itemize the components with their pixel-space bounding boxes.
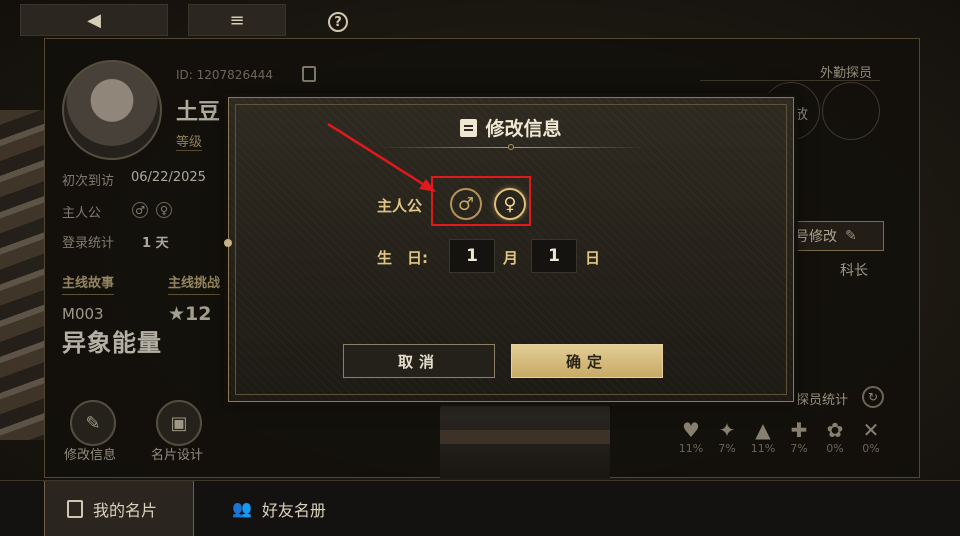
background-decoration xyxy=(0,110,44,440)
menu-icon: ≡ xyxy=(229,9,245,31)
bottom-tab-bar: 我的名片 👥 好友名册 xyxy=(0,480,960,536)
confirm-button[interactable]: 确定 xyxy=(511,344,663,378)
month-input[interactable]: 1 xyxy=(449,239,495,273)
friends-icon: 👥 xyxy=(232,499,252,518)
birthday-label: 生 日: xyxy=(377,249,428,267)
help-icon[interactable]: ? xyxy=(328,12,348,32)
top-bar: ◀ ≡ ? xyxy=(0,0,960,38)
month-unit: 月 xyxy=(503,249,519,267)
edit-note-icon xyxy=(460,118,478,137)
protagonist-field-label: 主人公 xyxy=(377,197,423,215)
card-icon xyxy=(67,499,83,518)
day-input[interactable]: 1 xyxy=(531,239,577,273)
back-button[interactable]: ◀ xyxy=(20,4,168,36)
dialog-title-text: 修改信息 xyxy=(485,118,562,140)
tab-friends[interactable]: 👥 好友名册 xyxy=(214,481,364,536)
dialog-title: 修改信息 xyxy=(229,114,793,141)
tab-friends-label: 好友名册 xyxy=(261,500,326,520)
cancel-button[interactable]: 取消 xyxy=(343,344,495,378)
tab-my-card-label: 我的名片 xyxy=(93,500,158,520)
back-icon: ◀ xyxy=(87,9,101,31)
dialog-side-ornament xyxy=(224,239,232,247)
gender-highlight-box xyxy=(431,176,531,226)
title-divider-dot xyxy=(508,144,514,150)
tab-my-card[interactable]: 我的名片 xyxy=(44,481,194,536)
day-unit: 日 xyxy=(585,249,601,267)
home-button[interactable]: ≡ xyxy=(188,4,286,36)
edit-info-dialog: 修改信息 主人公 ♂ ♀ 生 日: 1 月 1 日 取消 确定 xyxy=(224,97,794,402)
